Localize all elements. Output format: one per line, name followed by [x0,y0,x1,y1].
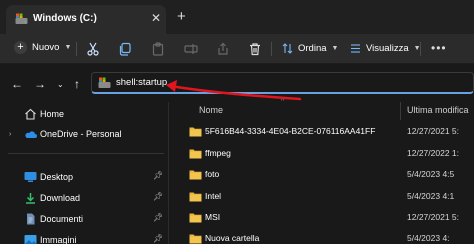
sidebar-item-home[interactable]: Home [0,104,168,124]
sidebar-item-pictures[interactable]: Immagini 📌︎ [0,230,168,244]
new-button[interactable]: + Nuovo ▼ [14,41,71,54]
rename-icon[interactable] [184,42,198,56]
home-icon [24,108,37,120]
table-row[interactable]: 5F616B44-3334-4E04-B2CE-076116AA41FF 12/… [169,121,474,143]
sidebar-item-documents[interactable]: Documenti 📌︎ [0,209,168,229]
copy-icon[interactable] [118,42,132,56]
table-row[interactable]: MSI 12/27/2021 5: [169,207,474,229]
delete-icon[interactable] [248,42,262,56]
folder-icon [189,126,202,137]
view-button-label: Visualizza [366,43,409,54]
sidebar-item-label: Immagini [40,235,77,244]
file-name: foto [205,169,220,179]
sort-button[interactable]: Ordina ▼ [282,43,338,54]
file-list: ^ Nome Ultima modifica 5F616B44-3334-4E0… [169,98,474,244]
navigation-bar: ← → ⌄ ↑ shell:startup [0,64,474,102]
more-options-icon[interactable]: ••• [431,41,447,55]
pin-icon: 📌︎ [153,213,164,222]
back-arrow-icon[interactable]: ← [11,77,23,91]
sidebar-item-label: Home [40,109,65,119]
desktop-icon [24,171,37,183]
forward-arrow-icon[interactable]: → [34,77,46,91]
pin-icon: 📌︎ [153,192,164,201]
toolbar-divider [420,42,421,56]
recent-locations-chevron-icon[interactable]: ⌄ [57,80,64,89]
tab-title: Windows (C:) [33,13,97,24]
navigation-pane: Home › OneDrive - Personal Desktop 📌︎ Do… [0,102,168,244]
paste-icon[interactable] [151,42,165,56]
folder-icon [189,233,202,244]
table-row[interactable]: Nuova cartella 5/4/2023 4: [169,228,474,244]
address-bar[interactable]: shell:startup [91,72,474,94]
file-date: 5/4/2023 4:5 [407,169,455,179]
file-date: 5/4/2023 4:1 [407,191,455,201]
sidebar-item-label: Desktop [40,172,74,182]
file-date: 12/27/2022 1: [407,148,459,158]
table-row[interactable]: foto 5/4/2023 4:5 [169,164,474,186]
sidebar-item-desktop[interactable]: Desktop 📌︎ [0,167,168,187]
column-header-name[interactable]: Nome [199,105,223,115]
folder-icon [189,191,202,202]
file-date: 5/4/2023 4: [407,233,450,243]
chevron-down-icon: ▼ [64,44,72,51]
picture-icon [24,234,37,244]
up-arrow-icon[interactable]: ↑ [74,77,80,91]
view-button[interactable]: Visualizza ▼ [350,43,421,54]
close-tab-icon[interactable]: ✕ [151,11,161,25]
plus-icon: + [14,41,27,54]
sort-indicator-icon: ^ [281,98,285,105]
file-name: Nuova cartella [205,233,260,243]
document-icon [24,213,37,225]
column-divider[interactable] [400,102,401,120]
sidebar-item-label: Documenti [40,214,84,224]
folder-icon [189,148,202,159]
toolbar-divider [271,42,272,56]
file-name: Intel [205,191,222,201]
file-name: 5F616B44-3334-4E04-B2CE-076116AA41FF [205,126,376,136]
table-row[interactable]: Intel 5/4/2023 4:1 [169,186,474,208]
expand-chevron-icon[interactable]: › [9,131,11,138]
sidebar-item-download[interactable]: Download 📌︎ [0,188,168,208]
file-name: ffmpeg [205,148,231,158]
sort-icon [282,43,293,54]
download-icon [24,192,37,204]
sidebar-item-label: Download [40,193,81,203]
chevron-down-icon: ▼ [331,45,339,52]
sidebar-item-label: OneDrive - Personal [40,129,122,139]
drive-icon [15,13,28,25]
view-list-icon [350,43,361,54]
address-path: shell:startup [116,77,168,88]
cloud-icon [24,128,37,140]
pin-icon: 📌︎ [153,171,164,180]
column-header-modified[interactable]: Ultima modifica [407,105,469,115]
file-date: 12/27/2021 5: [407,212,459,222]
share-icon[interactable] [216,42,230,56]
command-bar: + Nuovo ▼ Ordina ▼ Visualizza ▼ ••• [0,34,474,64]
sidebar-item-onedrive[interactable]: › OneDrive - Personal [0,124,168,144]
file-date: 12/27/2021 5: [407,126,459,136]
tab-strip: Windows (C:) ✕ + [0,0,474,34]
folder-icon [189,212,202,223]
file-name: MSI [205,212,221,222]
new-button-label: Nuovo [32,42,60,53]
sidebar-divider [8,153,164,154]
pin-icon: 📌︎ [153,234,164,243]
new-tab-button[interactable]: + [177,9,186,24]
table-row[interactable]: ffmpeg 12/27/2022 1: [169,143,474,165]
folder-icon [189,169,202,180]
tab-windows-c[interactable]: Windows (C:) ✕ [6,5,166,34]
sort-button-label: Ordina [298,43,327,54]
drive-icon [98,77,111,89]
file-explorer-window: Windows (C:) ✕ + + Nuovo ▼ Ordina ▼ Visu… [0,0,474,244]
cut-icon[interactable] [86,42,100,56]
toolbar-divider [76,42,77,56]
